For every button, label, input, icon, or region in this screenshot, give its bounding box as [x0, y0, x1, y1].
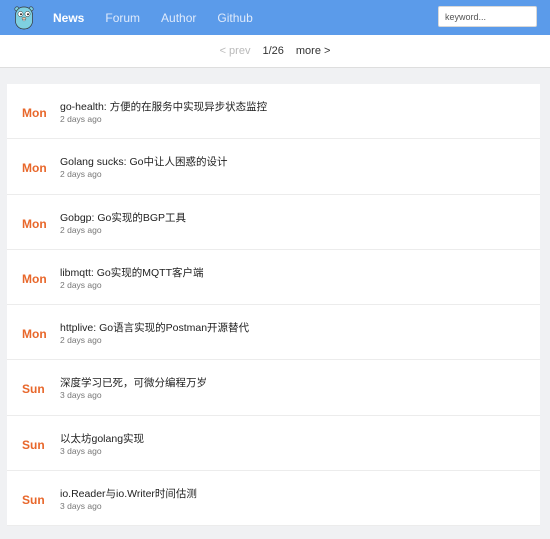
gopher-logo-icon[interactable]	[13, 3, 35, 31]
search-input[interactable]	[438, 6, 537, 27]
item-title-link[interactable]: go-health: 方便的在服务中实现异步状态监控	[60, 99, 267, 114]
item-day: Mon	[22, 327, 47, 342]
item-title-link[interactable]: Golang sucks: Go中让人困惑的设计	[60, 154, 227, 169]
nav-link-author[interactable]: Author	[161, 11, 196, 25]
item-day: Mon	[22, 161, 47, 176]
nav-link-forum[interactable]: Forum	[105, 11, 140, 25]
news-list: Mon go-health: 方便的在服务中实现异步状态监控 2 days ag…	[7, 84, 540, 527]
item-day: Mon	[22, 216, 47, 231]
list-item[interactable]: Mon go-health: 方便的在服务中实现异步状态监控 2 days ag…	[7, 84, 540, 140]
list-item[interactable]: Mon libmqtt: Go实现的MQTT客户端 2 days ago	[7, 250, 540, 306]
page-indicator: 1/26	[262, 45, 284, 57]
item-time: 3 days ago	[60, 390, 102, 401]
list-item[interactable]: Sun io.Reader与io.Writer时间估测 3 days ago	[7, 471, 540, 527]
prev-page-link[interactable]: < prev	[220, 45, 251, 57]
nav-link-github[interactable]: Github	[217, 11, 252, 25]
list-item[interactable]: Mon httplive: Go语言实现的Postman开源替代 2 days …	[7, 305, 540, 361]
pagination-bar: < prev 1/26 more >	[0, 35, 550, 68]
item-time: 3 days ago	[60, 445, 102, 456]
list-item[interactable]: Mon Gobgp: Go实现的BGP工具 2 days ago	[7, 195, 540, 250]
item-title-link[interactable]: 以太坊golang实现	[60, 431, 144, 446]
item-time: 2 days ago	[60, 335, 102, 346]
item-time: 2 days ago	[60, 279, 102, 290]
list-item[interactable]: Mon Golang sucks: Go中让人困惑的设计 2 days ago	[7, 139, 540, 195]
item-time: 2 days ago	[60, 224, 102, 235]
item-time: 3 days ago	[60, 501, 102, 512]
item-title-link[interactable]: io.Reader与io.Writer时间估测	[60, 486, 197, 501]
nav-links: News Forum Author Github	[53, 0, 274, 35]
item-day: Sun	[22, 437, 45, 452]
item-title-link[interactable]: Gobgp: Go实现的BGP工具	[60, 210, 186, 225]
item-time: 2 days ago	[60, 114, 102, 124]
top-navbar: News Forum Author Github	[0, 0, 550, 35]
item-title-link[interactable]: httplive: Go语言实现的Postman开源替代	[60, 320, 249, 335]
item-title-link[interactable]: libmqtt: Go实现的MQTT客户端	[60, 265, 204, 280]
more-page-link[interactable]: more >	[296, 45, 331, 57]
item-day: Sun	[22, 493, 45, 508]
nav-link-news[interactable]: News	[53, 11, 84, 25]
item-day: Mon	[22, 106, 47, 120]
list-item[interactable]: Sun 以太坊golang实现 3 days ago	[7, 416, 540, 472]
item-day: Mon	[22, 271, 47, 286]
item-day: Sun	[22, 382, 45, 397]
item-title-link[interactable]: 深度学习已死，可微分编程万岁	[60, 375, 207, 390]
item-time: 2 days ago	[60, 169, 102, 180]
list-item[interactable]: Sun 深度学习已死，可微分编程万岁 3 days ago	[7, 360, 540, 416]
